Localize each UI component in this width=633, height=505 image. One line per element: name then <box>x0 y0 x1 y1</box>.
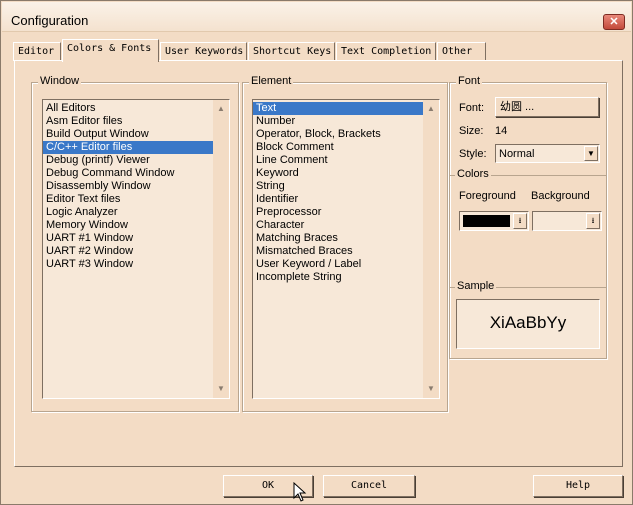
window-list-item[interactable]: Asm Editor files <box>43 115 213 128</box>
scroll-up-icon[interactable]: ▲ <box>423 102 439 116</box>
element-list-item[interactable]: Line Comment <box>253 154 423 167</box>
tab-colors-fonts[interactable]: Colors & Fonts <box>62 39 159 62</box>
window-list-item[interactable]: Memory Window <box>43 219 213 232</box>
element-list-item[interactable]: Mismatched Braces <box>253 245 423 258</box>
font-select-button[interactable]: 幼圆 ... <box>495 97 599 117</box>
help-button[interactable]: Help <box>533 475 623 497</box>
element-scrollbar[interactable]: ▲ ▼ <box>423 100 439 398</box>
size-value: 14 <box>495 125 508 137</box>
window-list-item[interactable]: All Editors <box>43 102 213 115</box>
element-list-item[interactable]: Keyword <box>253 167 423 180</box>
scroll-up-icon[interactable]: ▲ <box>213 102 229 116</box>
foreground-label: Foreground <box>459 190 516 202</box>
colors-group-label: Colors <box>455 168 491 180</box>
element-list-item[interactable]: Identifier <box>253 193 423 206</box>
background-swatch <box>536 215 583 227</box>
window-list-item[interactable]: Debug Command Window <box>43 167 213 180</box>
element-list-item[interactable]: Operator, Block, Brackets <box>253 128 423 141</box>
window-list-item[interactable]: C/C++ Editor files <box>43 141 213 154</box>
font-label: Font: <box>459 102 485 114</box>
element-list-item[interactable]: Matching Braces <box>253 232 423 245</box>
sample-group-label: Sample <box>455 280 497 292</box>
tab-other[interactable]: Other <box>437 42 486 61</box>
window-list-item[interactable]: Editor Text files <box>43 193 213 206</box>
scroll-down-icon[interactable]: ▼ <box>213 382 229 396</box>
tab-text-completion[interactable]: Text Completion <box>336 42 436 61</box>
close-button[interactable]: ✕ <box>603 14 625 30</box>
cancel-button[interactable]: Cancel <box>323 475 415 497</box>
element-list-item[interactable]: Incomplete String <box>253 271 423 284</box>
tab-editor[interactable]: Editor <box>13 42 61 61</box>
style-value: Normal <box>499 148 535 160</box>
title-bar: Configuration ✕ <box>2 2 631 32</box>
dropdown-arrow-icon[interactable]: ⭳ <box>586 213 600 229</box>
scroll-down-icon[interactable]: ▼ <box>423 382 439 396</box>
window-list-item[interactable]: UART #2 Window <box>43 245 213 258</box>
element-list-item[interactable]: Block Comment <box>253 141 423 154</box>
element-list-item[interactable]: Number <box>253 115 423 128</box>
sample-text: XiAaBbYy <box>489 313 567 332</box>
foreground-color-picker[interactable]: ⭳ <box>459 211 529 231</box>
element-list-item[interactable]: User Keyword / Label <box>253 258 423 271</box>
window-list-item[interactable]: Debug (printf) Viewer <box>43 154 213 167</box>
element-list-item[interactable]: Text <box>253 102 423 115</box>
mouse-cursor-icon <box>293 482 307 502</box>
element-list: Text Number Operator, Block, Brackets Block… <box>253 100 439 284</box>
size-label: Size: <box>459 125 484 137</box>
dropdown-arrow-icon[interactable]: ⭳ <box>513 213 527 229</box>
element-list-item[interactable]: String <box>253 180 423 193</box>
configuration-dialog: Configuration ✕ Editor Colors & Fonts Us… <box>0 0 633 505</box>
foreground-swatch <box>463 215 510 227</box>
element-listbox[interactable]: Text Number Operator, Block, Brackets Block… <box>252 99 440 399</box>
window-list-item[interactable]: UART #3 Window <box>43 258 213 271</box>
window-title: Configuration <box>11 13 89 28</box>
window-scrollbar[interactable]: ▲ ▼ <box>213 100 229 398</box>
style-dropdown[interactable]: Normal ▼ <box>495 144 600 163</box>
window-listbox[interactable]: All Editors Asm Editor files Build Output … <box>42 99 230 399</box>
background-label: Background <box>531 190 590 202</box>
window-list-item[interactable]: Disassembly Window <box>43 180 213 193</box>
sample-preview: XiAaBbYy <box>456 299 600 349</box>
window-list-item[interactable]: Build Output Window <box>43 128 213 141</box>
element-group-label: Element <box>249 75 294 87</box>
style-label: Style: <box>459 148 487 160</box>
background-color-picker[interactable]: ⭳ <box>532 211 602 231</box>
window-list: All Editors Asm Editor files Build Output … <box>43 100 229 271</box>
tab-user-keywords[interactable]: User Keywords <box>160 42 247 61</box>
window-list-item[interactable]: Logic Analyzer <box>43 206 213 219</box>
window-list-item[interactable]: UART #1 Window <box>43 232 213 245</box>
element-list-item[interactable]: Preprocessor <box>253 206 423 219</box>
tab-shortcut-keys[interactable]: Shortcut Keys <box>248 42 335 61</box>
window-group-label: Window <box>38 75 82 87</box>
chevron-down-icon[interactable]: ▼ <box>584 146 598 161</box>
font-group-label: Font <box>456 75 483 87</box>
element-list-item[interactable]: Character <box>253 219 423 232</box>
